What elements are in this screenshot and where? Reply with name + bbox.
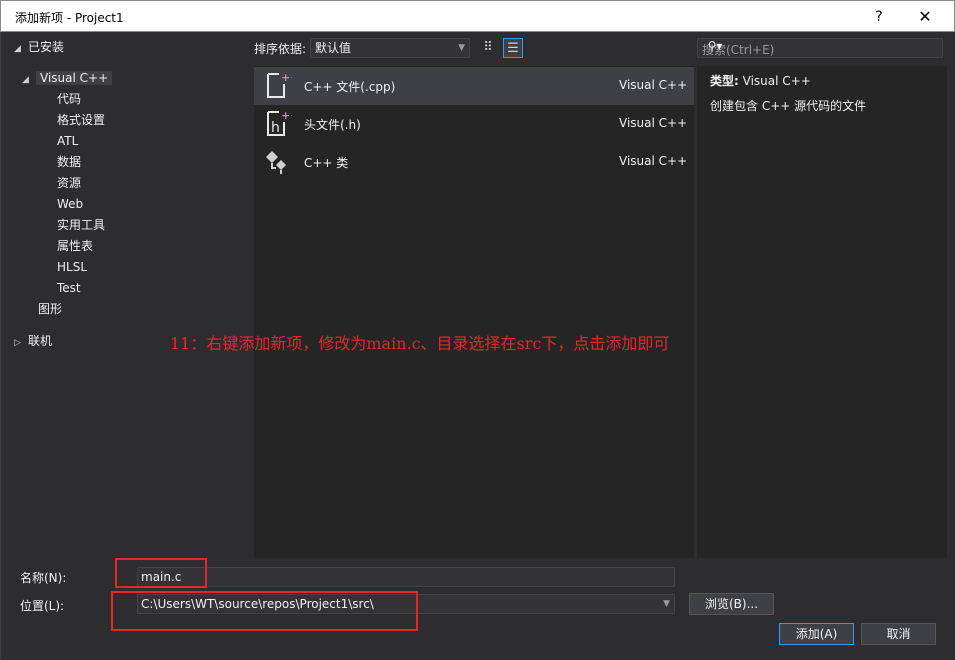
list-item-header-file[interactable]: h ++ 头文件(.h) Visual C++: [254, 105, 694, 143]
tree-item-test[interactable]: Test: [57, 278, 81, 298]
svg-text:h: h: [271, 120, 280, 136]
sort-value: 默认值: [315, 41, 352, 55]
template-language: Visual C++: [619, 116, 688, 130]
collapsed-triangle-icon[interactable]: ▷: [14, 333, 28, 353]
search-icon[interactable]: ⚲▾: [702, 39, 728, 57]
tree-item-installed[interactable]: ◢ 已安装: [14, 37, 64, 57]
details-type-value: Visual C++: [742, 74, 811, 88]
template-language: Visual C++: [619, 78, 688, 92]
name-field[interactable]: main.c: [137, 567, 675, 587]
tree-item-resources[interactable]: 资源: [57, 173, 81, 193]
header-file-icon: h ++: [267, 109, 292, 136]
details-type: 类型: Visual C++: [710, 72, 811, 89]
dialog-title: 添加新项 - Project1: [15, 11, 124, 25]
highlight-box-name: [115, 558, 207, 588]
template-name: 头文件(.h): [304, 118, 361, 132]
list-item-cpp-class[interactable]: C++ 类 Visual C++: [254, 143, 694, 181]
location-label: 位置(L):: [20, 599, 65, 613]
search-input[interactable]: 搜索(Ctrl+E) ⚲▾: [697, 38, 943, 58]
tree-item-online[interactable]: ▷ 联机: [14, 331, 52, 351]
expand-triangle-icon[interactable]: ◢: [22, 70, 36, 90]
expand-triangle-icon[interactable]: ◢: [14, 39, 28, 59]
grid-view-icon[interactable]: ⠿: [478, 38, 498, 58]
template-name: C++ 文件(.cpp): [304, 80, 396, 94]
details-description: 创建包含 C++ 源代码的文件: [710, 99, 867, 113]
details-type-label: 类型:: [710, 74, 739, 88]
cpp-class-icon: [266, 151, 286, 174]
tree-item-formatting[interactable]: 格式设置: [57, 110, 105, 130]
annotation-text: 11：右键添加新项，修改为main.c、目录选择在src下，点击添加即可: [170, 334, 670, 353]
add-button[interactable]: 添加(A): [779, 623, 854, 645]
sort-label: 排序依据:: [254, 42, 307, 56]
tree-item-atl[interactable]: ATL: [57, 131, 78, 151]
tree-item-graphics[interactable]: 图形: [38, 299, 62, 319]
name-label: 名称(N):: [20, 571, 67, 585]
tree-item-property-sheets[interactable]: 属性表: [57, 236, 93, 256]
category-tree: ◢ 已安装 ◢ Visual C++ 代码 格式设置 ATL 数据 资源 Web 实…: [8, 33, 248, 558]
tree-item-label: Visual C++: [36, 71, 113, 85]
template-language: Visual C++: [619, 154, 688, 168]
dropdown-arrow-icon: ▼: [458, 43, 465, 53]
tree-item-hlsl[interactable]: HLSL: [57, 257, 87, 277]
tree-item-label: 联机: [28, 334, 53, 348]
sort-dropdown[interactable]: 默认值 ▼: [310, 38, 470, 58]
template-list: ++ C++ 文件(.cpp) Visual C++ h ++ 头文件(.h) …: [254, 66, 694, 558]
tree-item-label: 已安装: [28, 40, 65, 54]
svg-text:++: ++: [281, 109, 292, 122]
tree-item-visual-cpp[interactable]: ◢ Visual C++: [22, 68, 113, 90]
details-panel: 类型: Visual C++ 创建包含 C++ 源代码的文件: [697, 66, 947, 558]
list-view-icon[interactable]: ☰: [503, 38, 523, 58]
template-name: C++ 类: [304, 156, 349, 170]
svg-text:++: ++: [281, 71, 292, 84]
help-button[interactable]: ?: [861, 5, 897, 29]
tree-item-utilities[interactable]: 实用工具: [57, 215, 105, 235]
tree-item-data[interactable]: 数据: [57, 152, 81, 172]
close-button[interactable]: ✕: [907, 5, 943, 29]
highlight-box-location: [111, 591, 418, 631]
browse-button[interactable]: 浏览(B)...: [689, 593, 774, 615]
tree-item-web[interactable]: Web: [57, 194, 83, 214]
tree-item-code[interactable]: 代码: [57, 89, 81, 109]
list-item-cpp-file[interactable]: ++ C++ 文件(.cpp) Visual C++: [254, 67, 694, 105]
cpp-file-icon: ++: [267, 71, 292, 98]
cancel-button[interactable]: 取消: [861, 623, 936, 645]
dropdown-arrow-icon[interactable]: ▼: [663, 595, 670, 613]
dialog-titlebar: 添加新项 - Project1 ? ✕: [0, 0, 955, 32]
